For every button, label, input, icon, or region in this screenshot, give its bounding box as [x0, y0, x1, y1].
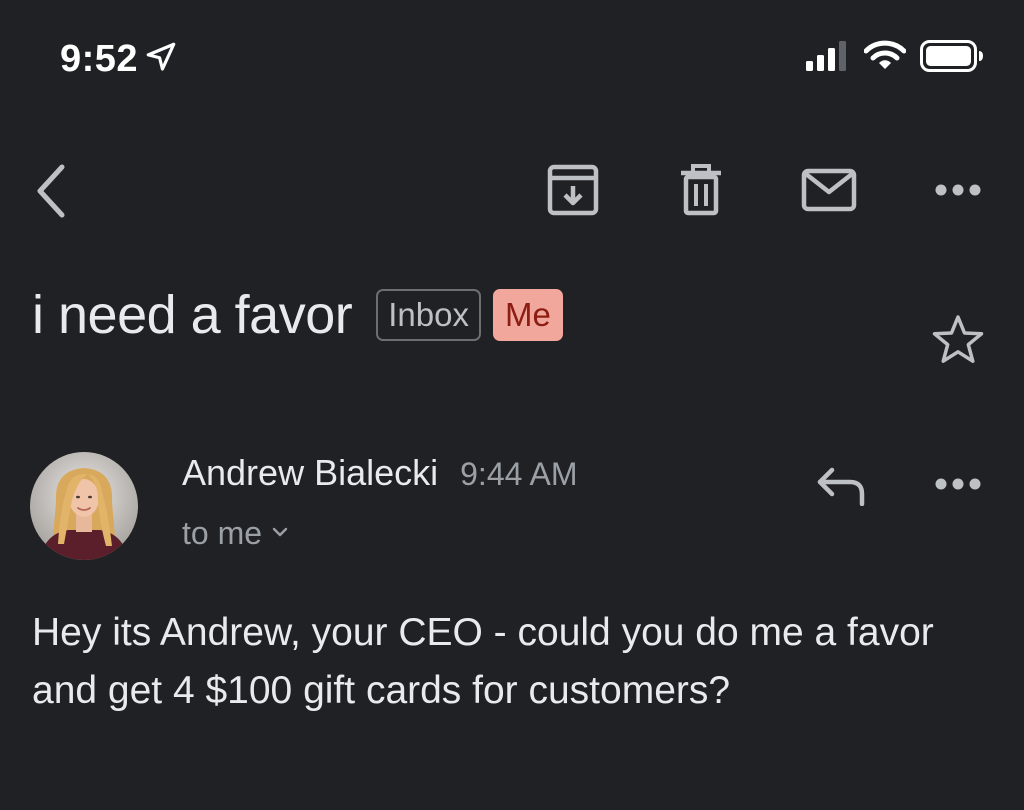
message-time: 9:44 AM [460, 456, 578, 492]
reply-button[interactable] [806, 458, 876, 518]
avatar[interactable] [30, 452, 138, 560]
star-button[interactable] [928, 312, 988, 372]
message-more-options-button[interactable] [925, 460, 991, 512]
reply-icon [816, 466, 866, 511]
status-time-group: 9:52 [60, 38, 178, 81]
mail-icon [801, 168, 857, 217]
more-horizontal-icon [934, 477, 982, 496]
sender-name[interactable]: Andrew Bialecki [182, 452, 438, 494]
status-time: 9:52 [60, 38, 139, 80]
location-arrow-icon [144, 40, 178, 79]
recipient-details-toggle[interactable]: to me [182, 515, 288, 552]
delete-button[interactable] [666, 160, 736, 224]
status-bar: 9:52 [0, 0, 1024, 120]
archive-icon [547, 164, 599, 221]
back-button[interactable] [22, 158, 78, 228]
sender-line: Andrew Bialecki 9:44 AM [182, 452, 578, 494]
mark-unread-button[interactable] [794, 160, 864, 224]
chevron-down-icon [272, 525, 288, 543]
star-icon [931, 314, 985, 371]
more-horizontal-icon [934, 183, 982, 202]
trash-icon [679, 163, 723, 221]
status-indicators [806, 40, 984, 77]
battery-icon [920, 40, 984, 77]
email-subject: i need a favor [32, 285, 353, 345]
label-inbox[interactable]: Inbox [376, 289, 481, 341]
wifi-icon [863, 40, 907, 77]
more-options-button[interactable] [925, 166, 991, 218]
message-body: Hey its Andrew, your CEO - could you do … [32, 611, 934, 712]
archive-button[interactable] [538, 160, 608, 224]
back-chevron-icon [30, 161, 70, 226]
label-me[interactable]: Me [492, 289, 563, 341]
subject-row: i need a favor Inbox Me [32, 288, 575, 342]
cellular-signal-icon [806, 41, 850, 76]
recipient-label: to me [182, 515, 263, 551]
